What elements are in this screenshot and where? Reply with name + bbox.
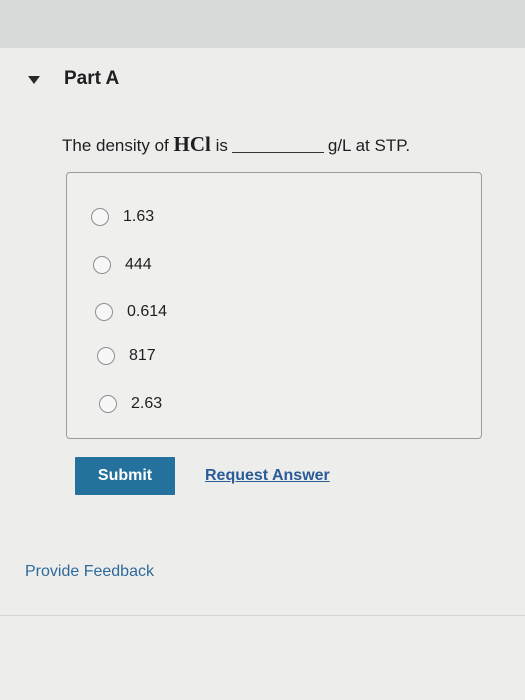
question-suffix: g/L at STP. (327, 136, 411, 155)
radio-button[interactable] (95, 303, 113, 321)
request-answer-link[interactable]: Request Answer (205, 467, 330, 485)
question-prefix: The density of (62, 136, 174, 155)
submit-button[interactable]: Submit (75, 457, 175, 495)
choice-option[interactable]: 817 (97, 347, 156, 365)
choice-label: 817 (129, 347, 156, 364)
radio-button[interactable] (97, 347, 115, 365)
radio-button[interactable] (99, 395, 117, 413)
question-mid: is (210, 136, 228, 155)
radio-button[interactable] (93, 256, 111, 274)
provide-feedback-link[interactable]: Provide Feedback (25, 563, 154, 581)
divider (0, 615, 525, 616)
chemical-formula: HCl (173, 132, 211, 156)
choice-option[interactable]: 1.63 (91, 208, 154, 226)
radio-button[interactable] (91, 208, 109, 226)
part-header[interactable]: Part A (28, 68, 119, 90)
choice-label: 444 (125, 256, 152, 273)
choice-option[interactable]: 444 (93, 256, 152, 274)
choice-option[interactable]: 2.63 (99, 395, 162, 413)
question-text: The density of HCl is g/L at STP. (62, 132, 410, 157)
answer-choices: 1.63 444 0.614 817 2.63 (66, 172, 482, 439)
choice-label: 0.614 (127, 303, 168, 320)
top-band (0, 0, 525, 48)
choice-label: 2.63 (131, 395, 163, 412)
collapse-caret-icon[interactable] (28, 76, 40, 84)
choice-label: 1.63 (123, 208, 155, 225)
choice-option[interactable]: 0.614 (95, 303, 167, 321)
action-bar: Submit Request Answer (75, 457, 330, 495)
answer-blank (231, 152, 324, 153)
part-title: Part A (64, 68, 120, 89)
